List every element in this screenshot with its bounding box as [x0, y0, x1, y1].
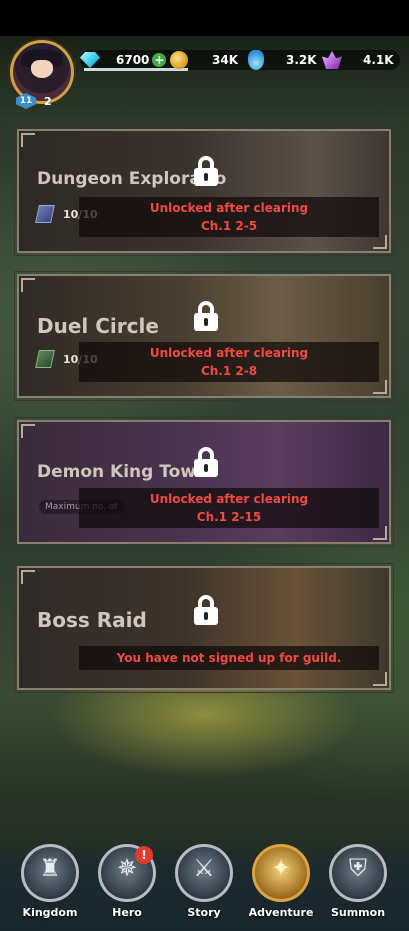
- unlock-requirement: Unlocked after clearing Ch.1 2-15: [79, 488, 379, 528]
- unlock-line-1: Unlocked after clearing: [149, 346, 309, 360]
- potion-value-wrap: 3.2K: [286, 49, 317, 71]
- unlock-line-2: Ch.1 2-15: [196, 510, 262, 524]
- avatar-face: [31, 60, 53, 78]
- lock-icon: [194, 301, 218, 331]
- player-avatar[interactable]: [10, 40, 74, 104]
- gold-resource[interactable]: [170, 49, 188, 71]
- unlock-line-2: Ch.1 2-8: [200, 364, 258, 378]
- adventure-glyph: ✦: [270, 854, 292, 882]
- guild-requirement: You have not signed up for guild.: [79, 646, 379, 670]
- castle-glyph: ♜: [39, 854, 61, 882]
- player-level-extra: 2: [44, 95, 52, 108]
- nav-story[interactable]: ⚔ Story: [170, 842, 238, 926]
- crystal-value: 4.1K: [363, 53, 394, 67]
- add-gem-button[interactable]: +: [152, 53, 167, 67]
- mode-card-dungeon-exploration[interactable]: Dungeon Exploratio 10/10 Unlocked after …: [14, 126, 394, 256]
- gem-value-wrap: 6700 +: [116, 49, 167, 71]
- lock-icon: [194, 447, 218, 477]
- nav-label: Story: [187, 906, 221, 919]
- lock-icon: [194, 595, 218, 625]
- nav-label: Kingdom: [22, 906, 78, 919]
- ticket-icon: [35, 205, 55, 223]
- nav-summon[interactable]: ⛨ Summon: [324, 842, 392, 926]
- nav-label: Summon: [330, 906, 386, 919]
- gem-resource[interactable]: [80, 49, 100, 71]
- nav-label: Adventure: [248, 906, 314, 919]
- mode-card-duel-circle[interactable]: Duel Circle 10/10 Unlocked after clearin…: [14, 271, 394, 401]
- unlock-line-1: Unlocked after clearing: [149, 201, 309, 215]
- nav-kingdom[interactable]: ♜ Kingdom: [16, 842, 84, 926]
- ticket-icon: [35, 350, 55, 368]
- crystal-icon: [322, 51, 342, 69]
- gold-value: 34K: [212, 53, 238, 67]
- unlock-requirement: Unlocked after clearing Ch.1 2-8: [79, 342, 379, 382]
- nav-hero[interactable]: ✵ ! Hero: [93, 842, 161, 926]
- guild-message: You have not signed up for guild.: [116, 651, 342, 665]
- mode-title: Boss Raid: [37, 608, 147, 632]
- crystal-resource[interactable]: [322, 49, 342, 71]
- nav-adventure[interactable]: ✦ Adventure: [247, 842, 315, 926]
- unlock-line-1: Unlocked after clearing: [149, 492, 309, 506]
- gold-value-wrap: 34K: [212, 49, 238, 71]
- story-glyph: ⚔: [193, 854, 215, 882]
- unlock-line-2: Ch.1 2-5: [200, 219, 258, 233]
- nav-label: Hero: [112, 906, 142, 919]
- potion-value: 3.2K: [286, 53, 317, 67]
- crystal-value-wrap: 4.1K: [363, 49, 394, 71]
- potion-resource[interactable]: [248, 49, 264, 71]
- mode-card-demon-king-tower[interactable]: Demon King Tow Maximum no. of Unlocked a…: [14, 417, 394, 547]
- lock-icon: [194, 156, 218, 186]
- gem-value: 6700: [116, 53, 150, 67]
- gem-icon: [80, 52, 100, 68]
- alert-badge: !: [135, 846, 153, 864]
- status-bar: [0, 0, 409, 36]
- gold-coin-icon: [170, 51, 188, 69]
- mode-card-boss-raid[interactable]: Boss Raid You have not signed up for gui…: [14, 563, 394, 693]
- mode-title: Duel Circle: [37, 314, 159, 338]
- unlock-requirement: Unlocked after clearing Ch.1 2-5: [79, 197, 379, 237]
- potion-icon: [248, 50, 264, 70]
- mode-title: Demon King Tow: [37, 462, 196, 482]
- helmet-glyph: ⛨: [349, 854, 367, 882]
